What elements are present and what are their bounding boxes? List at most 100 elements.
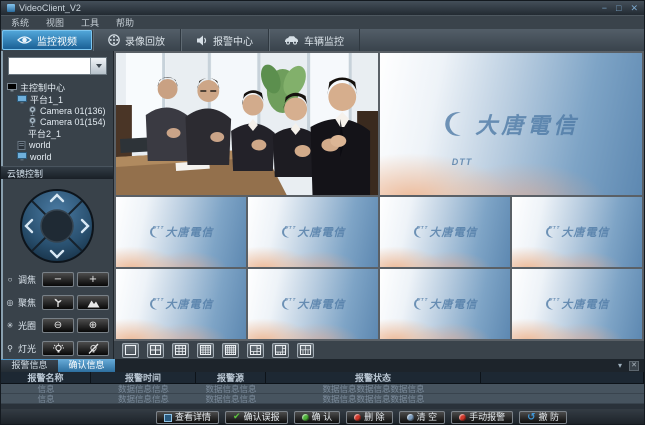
watermark-text: 大唐電信 [165,296,213,312]
watermark: DTT大唐電信 [248,197,378,267]
menu-view[interactable]: 视图 [46,16,64,29]
cell-alarm-time: 数据信息信息 [91,394,196,404]
layout-9-button[interactable] [172,343,189,358]
cell-alarm-status: 数据信息数据信息数据信息 [266,384,481,394]
app-logo-icon [7,4,15,12]
screen-4-icon [150,345,161,355]
watermark-abbr: DTT [549,297,561,302]
combobox-dropdown-button[interactable] [90,58,106,74]
confirm-button[interactable]: 确 认 [294,411,341,424]
collapse-panel-button[interactable]: ▾ [618,362,622,370]
light-off-button[interactable] [77,341,109,356]
layout-16-button[interactable] [197,343,214,358]
layout-8-button[interactable] [272,343,289,358]
light-on-button[interactable] [42,341,74,356]
iris-label: 光圈 [18,319,39,332]
maximize-button[interactable]: □ [616,4,621,13]
zoom-control-row: ○ 调焦 − + [1,272,113,287]
tree-item-platform1[interactable]: 平台1_1 [7,94,111,106]
watermark-abbr: DTT [417,225,429,230]
view-details-button[interactable]: 查看详情 [156,411,219,424]
check-icon: ✔ [233,413,241,422]
layout-4-button[interactable] [147,343,164,358]
video-cell[interactable]: DTT大唐電信 [116,197,246,267]
device-combobox-input[interactable] [9,58,90,74]
light-label: 灯光 [18,342,39,355]
manual-alarm-button[interactable]: 手动报警 [451,411,513,424]
iris-close-button[interactable]: ⊖ [42,318,74,333]
tree-item-world-1[interactable]: world [7,140,111,152]
live-video-scene [116,53,378,195]
screen-9-icon [175,345,186,355]
bulb-on-icon [52,343,65,355]
tab-confirm-info[interactable]: 确认信息 [58,359,115,372]
focus-near-button[interactable] [42,295,74,310]
alarm-table-row[interactable]: 信息 数据信息信息 数据信息信息 数据信息数据信息数据信息 [1,394,644,404]
bulb-off-icon [87,343,100,355]
menu-system[interactable]: 系统 [11,16,29,29]
alarm-table-header: 报警名称 报警时间 报警源 报警状态 [1,372,644,384]
button-label: 查看详情 [175,413,211,422]
watermark-abbr: DTT [452,157,473,167]
window-title: VideoClient_V2 [19,3,81,13]
button-label: 清 空 [417,413,438,422]
col-alarm-time: 报警时间 [91,372,196,384]
alarm-table-row[interactable]: 信息 数据信息信息 数据信息信息 数据信息数据信息数据信息 [1,384,644,394]
iris-open-button[interactable]: ⊕ [77,318,109,333]
button-label: 确 认 [312,413,333,422]
video-cell[interactable]: DTT大唐電信 [116,269,246,339]
left-panel: 主控制中心 平台1_1 Camera 01(136) Camera 01(154… [1,51,114,359]
watermark: DTT大唐電信 [512,197,642,267]
video-cell[interactable]: DTT大唐電信 [380,197,510,267]
col-alarm-name: 报警名称 [1,372,91,384]
zoom-out-button[interactable]: − [42,272,74,287]
ptz-direction-pad[interactable] [19,188,95,264]
layout-6-button[interactable] [247,343,264,358]
watermark: DTT大唐電信 [512,269,642,339]
layout-10-button[interactable] [297,343,314,358]
minimize-button[interactable]: − [602,4,607,13]
delete-button[interactable]: 删 除 [346,411,393,424]
tab-alarm-center[interactable]: 报警中心 [181,29,269,51]
tree-item-label: 平台2_1 [28,127,61,140]
video-cell[interactable]: DTT大唐電信 [380,269,510,339]
video-cell[interactable]: DTT大唐電信 [512,197,642,267]
tab-monitor-video[interactable]: 监控视频 [2,30,93,50]
tab-playback[interactable]: 录像回放 [93,29,181,51]
disarm-button[interactable]: ↺撤 防 [519,411,567,424]
menu-help[interactable]: 帮助 [116,16,134,29]
video-cell[interactable]: DTT大唐電信 [248,269,378,339]
details-icon [164,414,172,422]
tree-item-label: world [29,140,51,150]
watermark-abbr: DTT [549,225,561,230]
zoom-in-button[interactable]: + [77,272,109,287]
video-cell[interactable]: DTT大唐電信 [248,197,378,267]
col-empty [481,372,644,384]
confirm-false-alarm-button[interactable]: ✔确认误报 [225,411,288,424]
tree-item-camera-136[interactable]: Camera 01(136) [7,105,111,117]
watermark: DTT大唐電信 [380,197,510,267]
watermark: DTT 大唐電信 [380,53,642,195]
layout-25-button[interactable] [222,343,239,358]
tree-item-world-2[interactable]: world [7,151,111,163]
tree-item-platform2[interactable]: 平台2_1 [7,128,111,140]
menu-tools[interactable]: 工具 [81,16,99,29]
tab-alarm-info[interactable]: 报警信息 [1,359,58,372]
close-button[interactable]: ✕ [630,4,638,13]
focus-far-button[interactable] [77,295,109,310]
watermark-text: 大唐電信 [297,296,345,312]
close-panel-button[interactable]: ✕ [629,361,639,371]
focus-control-row: ◎ 聚焦 [1,295,113,310]
video-cell[interactable]: DTT大唐電信 [512,269,642,339]
layout-1-button[interactable] [122,343,139,358]
watermark-text: 大唐電信 [429,296,477,312]
video-cell-live[interactable] [116,53,378,195]
tab-vehicle-monitor[interactable]: 车辆监控 [269,29,360,51]
screen-16-icon [200,345,211,355]
tree-item-label: Camera 01(136) [40,106,106,116]
crescent-logo-icon [443,111,469,137]
video-cell[interactable]: DTT 大唐電信 [380,53,642,195]
clear-button[interactable]: 清 空 [399,411,446,424]
device-combobox[interactable] [8,57,107,75]
device-tree: 主控制中心 平台1_1 Camera 01(136) Camera 01(154… [1,79,113,163]
